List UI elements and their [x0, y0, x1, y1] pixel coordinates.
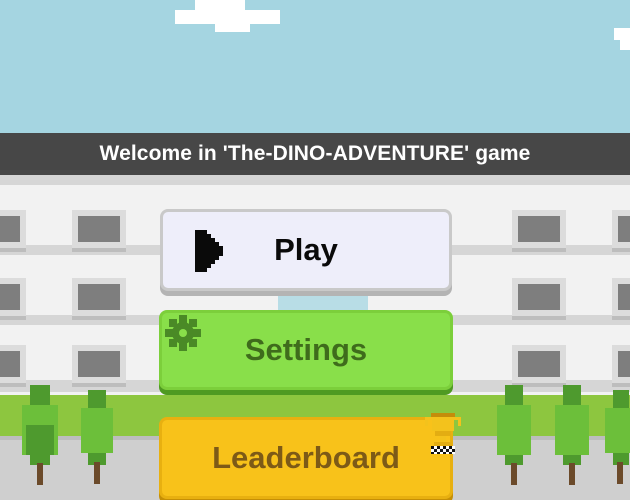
settings-label: Settings [244, 332, 368, 367]
tree [605, 390, 630, 485]
leaderboard-button[interactable]: Leaderboard [159, 413, 461, 499]
settings-button[interactable]: Settings [159, 310, 453, 390]
tree [495, 385, 533, 485]
play-icon [195, 230, 223, 272]
tree [80, 390, 114, 485]
trophy-icon [425, 413, 461, 454]
tree [20, 385, 60, 485]
sky [0, 0, 630, 135]
play-label: Play [274, 232, 338, 267]
play-button[interactable]: Play [160, 209, 452, 291]
welcome-banner: Welcome in 'The-DINO-ADVENTURE' game [0, 133, 630, 175]
leaderboard-label: Leaderboard [212, 440, 400, 475]
tree [553, 385, 591, 485]
gear-icon [165, 315, 201, 351]
welcome-text: Welcome in 'The-DINO-ADVENTURE' game [99, 142, 531, 165]
